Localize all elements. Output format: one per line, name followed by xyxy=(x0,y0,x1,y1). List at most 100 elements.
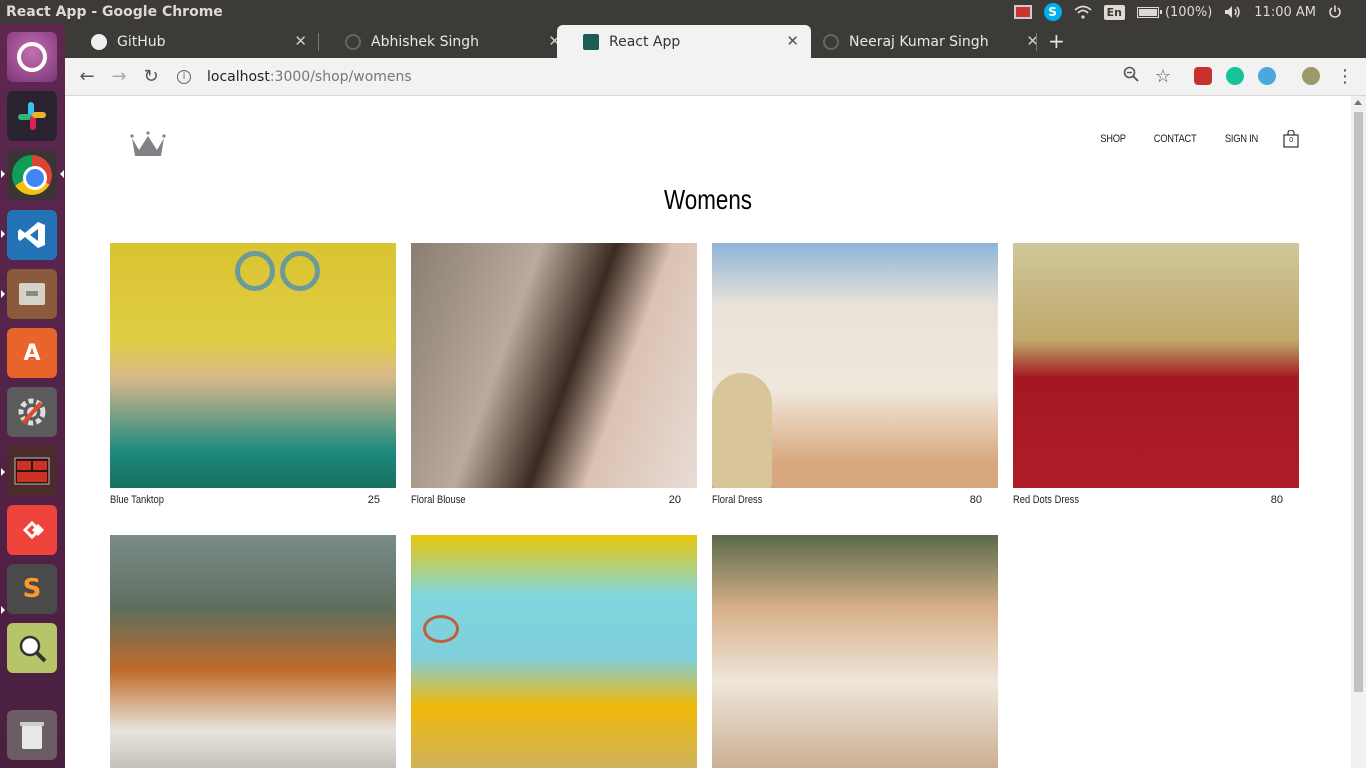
vscode-icon[interactable] xyxy=(7,210,57,260)
close-icon[interactable]: ✕ xyxy=(294,32,307,50)
trash-icon[interactable] xyxy=(7,710,57,760)
product-image xyxy=(411,535,697,768)
product-name: Floral Blouse xyxy=(411,494,466,506)
nav-contact[interactable]: CONTACT xyxy=(1154,133,1197,145)
crown-logo-icon[interactable] xyxy=(129,130,167,160)
product-footer: Red Dots Dress 80 xyxy=(1013,494,1283,506)
tab-github[interactable]: GitHub ✕ xyxy=(65,25,319,58)
software-center-icon[interactable]: A xyxy=(7,328,57,378)
new-tab-button[interactable]: + xyxy=(1048,29,1065,53)
launcher: A S xyxy=(0,24,65,768)
running-indicator xyxy=(1,290,5,298)
product-price: 20 xyxy=(668,494,681,506)
sublime-text-icon[interactable]: S xyxy=(7,564,57,614)
running-indicator xyxy=(1,230,5,238)
tab-title: GitHub xyxy=(117,33,166,50)
collection-item[interactable]: Floral Blouse 20 xyxy=(411,243,697,506)
product-image xyxy=(1013,243,1299,488)
clock[interactable]: 11:00 AM xyxy=(1254,5,1316,20)
top-panel: React App - Google Chrome S En (100%) 11… xyxy=(0,0,1366,24)
browser-toolbar: ← → ↻ i localhost:3000/shop/womens ☆ ⋮ xyxy=(65,58,1366,96)
loading-icon xyxy=(823,33,839,50)
product-image xyxy=(411,243,697,488)
product-name: Blue Tanktop xyxy=(110,494,164,506)
product-footer: Blue Tanktop 25 xyxy=(110,494,380,506)
github-icon xyxy=(91,33,107,50)
volume-icon[interactable] xyxy=(1224,5,1242,19)
site-info-icon[interactable]: i xyxy=(177,70,191,84)
keyboard-language[interactable]: En xyxy=(1103,4,1125,20)
tab-title: Neeraj Kumar Singh xyxy=(849,33,989,50)
bookmark-star-icon[interactable]: ☆ xyxy=(1151,65,1175,89)
header-nav: SHOP CONTACT SIGN IN 0 xyxy=(1098,130,1299,148)
product-image xyxy=(110,243,396,488)
page-scrollbar[interactable] xyxy=(1351,96,1366,768)
product-image xyxy=(712,535,998,768)
grammarly-icon[interactable] xyxy=(1226,67,1244,85)
slack-icon[interactable] xyxy=(7,91,57,141)
product-footer: Floral Dress 80 xyxy=(712,494,982,506)
cart-icon[interactable]: 0 xyxy=(1283,130,1299,148)
search-tool-icon[interactable] xyxy=(7,623,57,673)
loading-icon xyxy=(345,33,361,50)
system-tray: S En (100%) 11:00 AM xyxy=(1013,0,1366,24)
power-icon[interactable] xyxy=(1328,5,1342,19)
files-icon[interactable] xyxy=(7,269,57,319)
product-price: 80 xyxy=(969,494,982,506)
collection-item[interactable] xyxy=(712,535,998,768)
window-title: React App - Google Chrome xyxy=(6,4,223,20)
extension-icon[interactable] xyxy=(1258,67,1276,85)
url-path: :3000/shop/womens xyxy=(269,69,412,85)
skype-icon[interactable]: S xyxy=(1043,3,1062,21)
product-price: 80 xyxy=(1270,494,1283,506)
ubuntu-dash-icon[interactable] xyxy=(7,32,57,82)
page-viewport: SHOP CONTACT SIGN IN 0 Womens Blue Tankt… xyxy=(65,96,1351,768)
page-title: Womens xyxy=(664,184,752,215)
product-name: Floral Dress xyxy=(712,494,763,506)
tab-react-app[interactable]: React App ✕ xyxy=(557,25,811,58)
url-host: localhost xyxy=(207,69,270,85)
terminal-icon[interactable] xyxy=(7,446,57,496)
product-image xyxy=(110,535,396,768)
battery-indicator[interactable]: (100%) xyxy=(1136,5,1212,20)
address-bar[interactable]: i localhost:3000/shop/womens xyxy=(177,63,1277,91)
tab-title: React App xyxy=(609,33,681,50)
nav-shop[interactable]: SHOP xyxy=(1100,133,1126,145)
zoom-icon[interactable] xyxy=(1119,65,1143,89)
scroll-up-arrow[interactable] xyxy=(1354,100,1362,105)
product-price: 25 xyxy=(367,494,380,506)
chrome-menu-icon[interactable]: ⋮ xyxy=(1333,65,1357,89)
tab-title: Abhishek Singh xyxy=(371,33,479,50)
reload-button[interactable]: ↻ xyxy=(139,65,163,89)
product-footer: Floral Blouse 20 xyxy=(411,494,681,506)
close-icon[interactable]: ✕ xyxy=(1026,32,1039,50)
collection-item[interactable] xyxy=(110,535,396,768)
running-indicator xyxy=(1,606,5,614)
collection-item[interactable] xyxy=(411,535,697,768)
wifi-icon[interactable] xyxy=(1074,5,1092,19)
nav-sign-in[interactable]: SIGN IN xyxy=(1225,133,1258,145)
scroll-thumb[interactable] xyxy=(1354,112,1363,692)
react-icon xyxy=(583,33,599,50)
product-image xyxy=(712,243,998,488)
recorder-icon[interactable] xyxy=(1013,5,1032,19)
focused-indicator xyxy=(60,170,64,178)
battery-icon xyxy=(1136,6,1162,18)
extension-icon[interactable] xyxy=(1194,67,1212,85)
tab-separator xyxy=(1036,33,1037,51)
back-button[interactable]: ← xyxy=(75,65,99,89)
collection-item[interactable]: Blue Tanktop 25 xyxy=(110,243,396,506)
running-indicator xyxy=(1,170,5,178)
tab-neeraj-kumar-singh[interactable]: Neeraj Kumar Singh ✕ xyxy=(797,25,1051,58)
chrome-icon[interactable] xyxy=(7,150,57,200)
forward-button[interactable]: → xyxy=(107,65,131,89)
tab-abhishek-singh[interactable]: Abhishek Singh ✕ xyxy=(319,25,573,58)
running-indicator xyxy=(1,468,5,476)
product-name: Red Dots Dress xyxy=(1013,494,1079,506)
collection-item[interactable]: Floral Dress 80 xyxy=(712,243,998,506)
anydesk-icon[interactable] xyxy=(7,505,57,555)
system-settings-icon[interactable] xyxy=(7,387,57,437)
collection-item[interactable]: Red Dots Dress 80 xyxy=(1013,243,1299,506)
tab-strip: GitHub ✕ Abhishek Singh ✕ React App ✕ Ne… xyxy=(65,24,1366,58)
profile-avatar[interactable] xyxy=(1302,67,1320,85)
